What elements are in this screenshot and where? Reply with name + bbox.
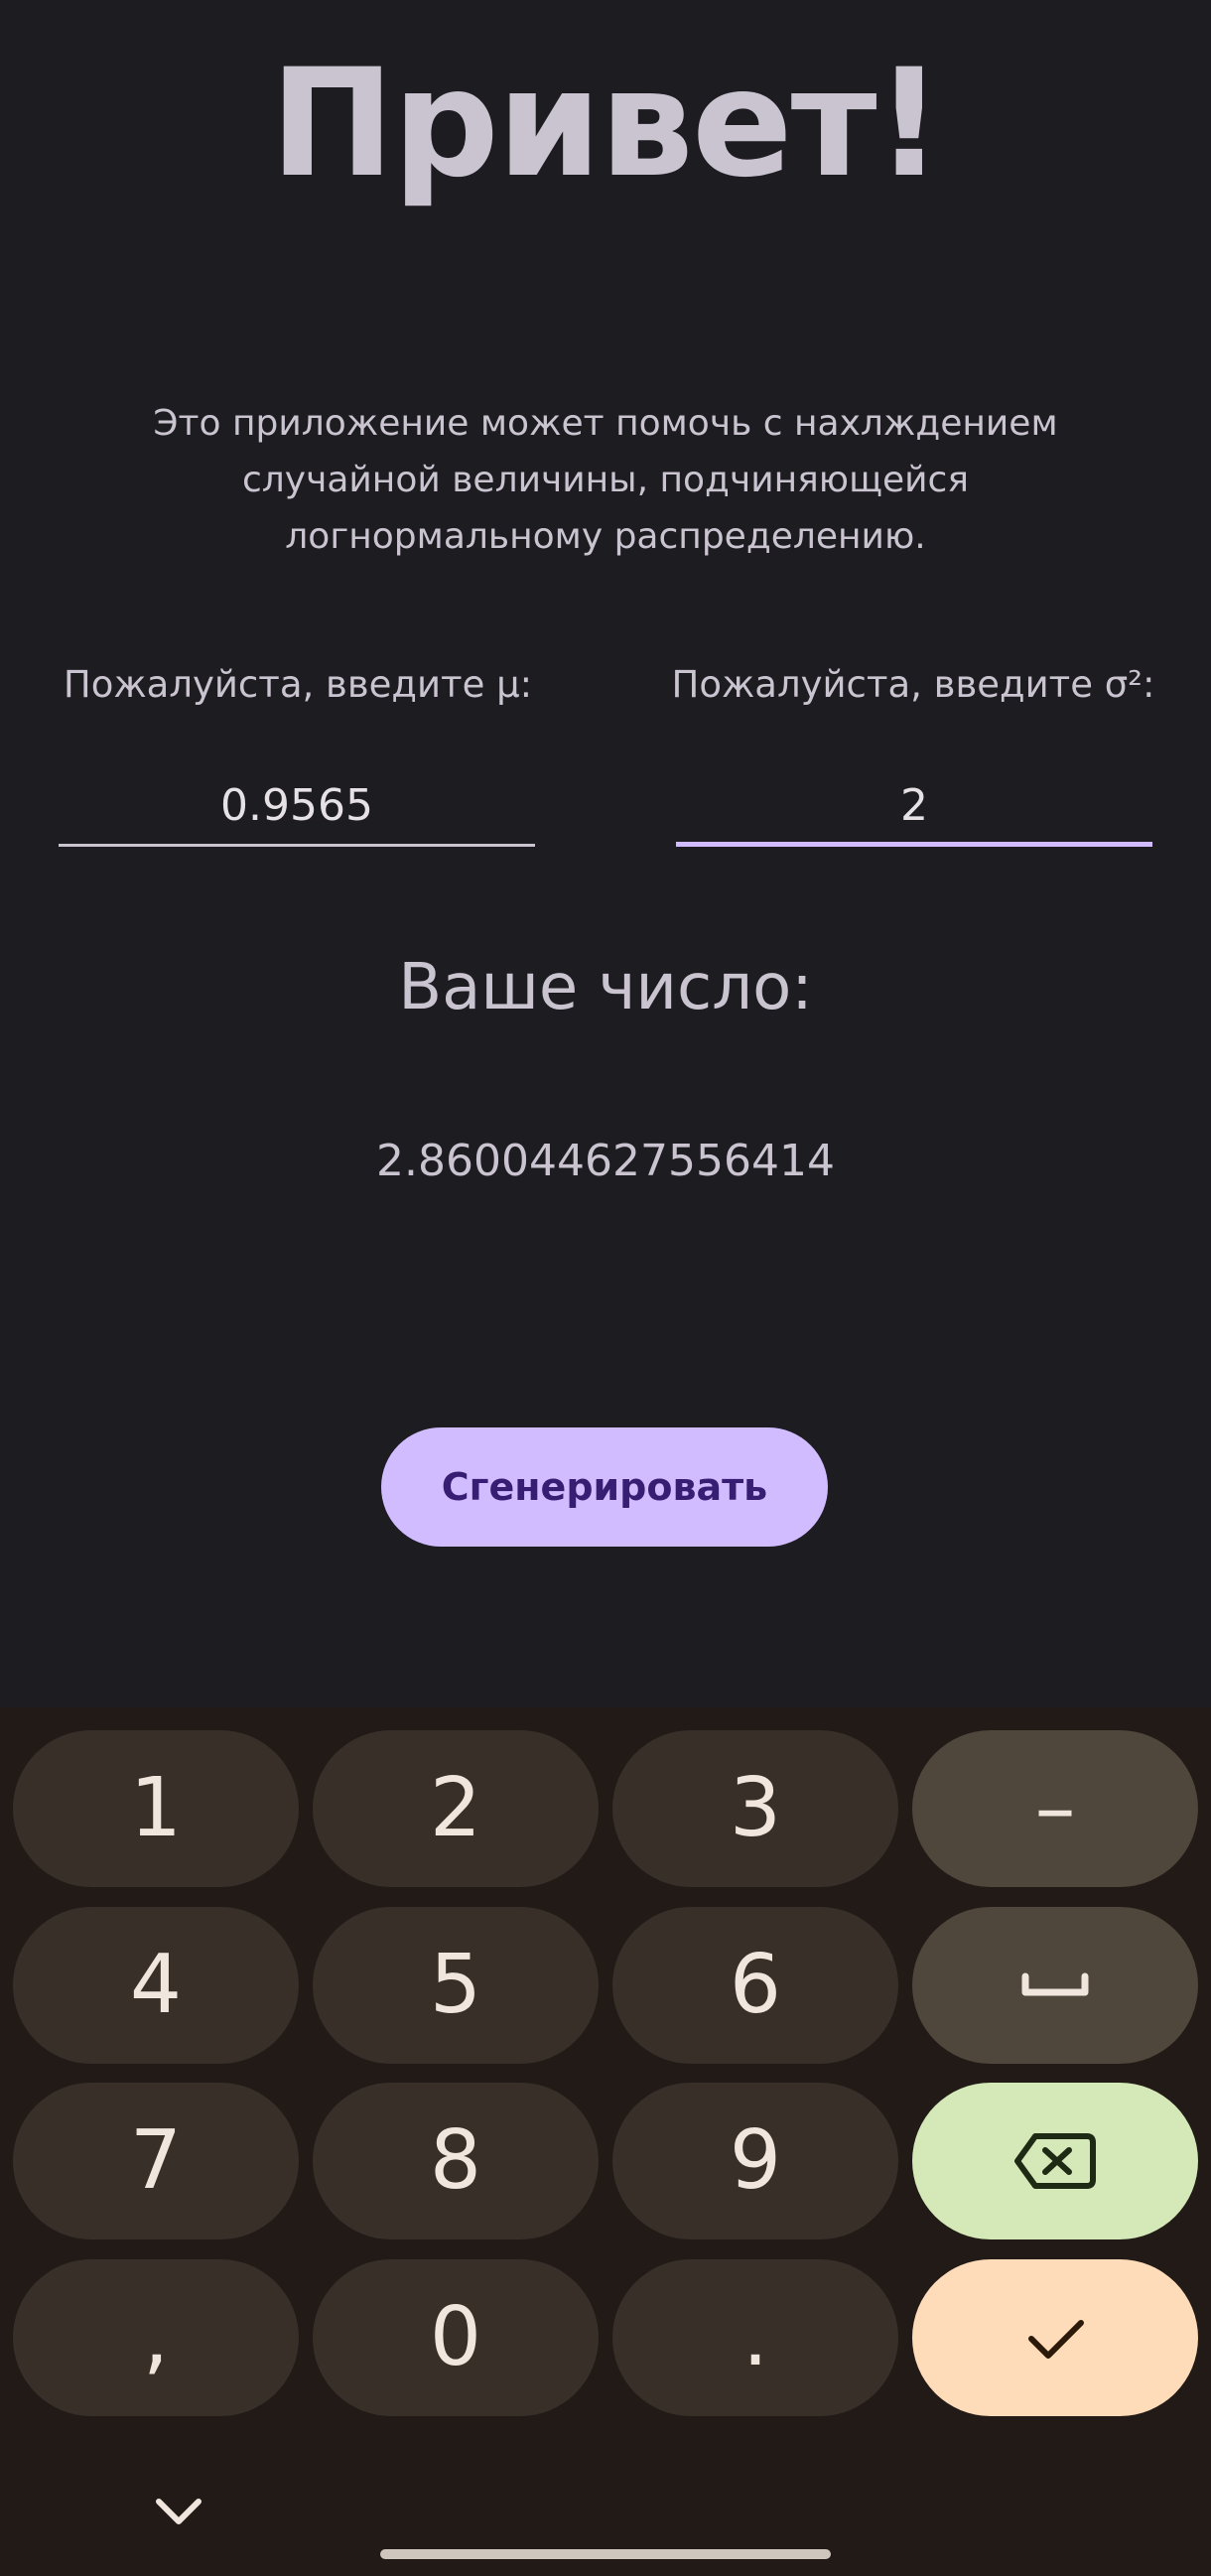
key-space[interactable] bbox=[912, 1907, 1198, 2064]
result-heading: Ваше число: bbox=[398, 951, 813, 1024]
key-backspace[interactable] bbox=[912, 2083, 1198, 2239]
checkmark-icon bbox=[1028, 2320, 1084, 2359]
key-comma[interactable]: , bbox=[13, 2259, 299, 2416]
sigma-input[interactable]: 2 bbox=[676, 769, 1152, 847]
key-2[interactable]: 2 bbox=[313, 1730, 599, 1887]
key-9[interactable]: 9 bbox=[612, 2083, 898, 2239]
sigma-label: Пожалуйста, введите σ²: bbox=[671, 663, 1155, 706]
sigma-input-value: 2 bbox=[900, 780, 928, 831]
key-4[interactable]: 4 bbox=[13, 1907, 299, 2064]
mu-label: Пожалуйста, введите μ: bbox=[63, 663, 533, 706]
key-7[interactable]: 7 bbox=[13, 2083, 299, 2239]
app-description: Это приложение может помочь с нахлждение… bbox=[153, 403, 1058, 557]
result-value: 2.860044627556414 bbox=[376, 1136, 835, 1186]
app-screen: Привет! Это приложение может помочь с на… bbox=[0, 0, 1211, 1707]
collapse-keyboard-button[interactable] bbox=[139, 2472, 218, 2551]
mu-input-value: 0.9565 bbox=[220, 780, 373, 831]
backspace-icon bbox=[1014, 2133, 1096, 2189]
chevron-down-icon bbox=[156, 2499, 202, 2524]
mu-input[interactable]: 0.9565 bbox=[59, 769, 535, 847]
numeric-keyboard: 1 2 3 – 4 5 6 7 8 9 , 0 . bbox=[0, 1707, 1211, 2576]
key-3[interactable]: 3 bbox=[612, 1730, 898, 1887]
page-title: Привет! bbox=[269, 38, 943, 210]
space-bar-icon bbox=[1021, 1972, 1089, 1996]
key-period[interactable]: . bbox=[612, 2259, 898, 2416]
key-5[interactable]: 5 bbox=[313, 1907, 599, 2064]
key-6[interactable]: 6 bbox=[612, 1907, 898, 2064]
key-8[interactable]: 8 bbox=[313, 2083, 599, 2239]
key-0[interactable]: 0 bbox=[313, 2259, 599, 2416]
key-1[interactable]: 1 bbox=[13, 1730, 299, 1887]
generate-button[interactable]: Сгенерировать bbox=[381, 1427, 828, 1547]
key-done[interactable] bbox=[912, 2259, 1198, 2416]
key-minus[interactable]: – bbox=[912, 1730, 1198, 1887]
navigation-handle[interactable] bbox=[380, 2549, 831, 2559]
